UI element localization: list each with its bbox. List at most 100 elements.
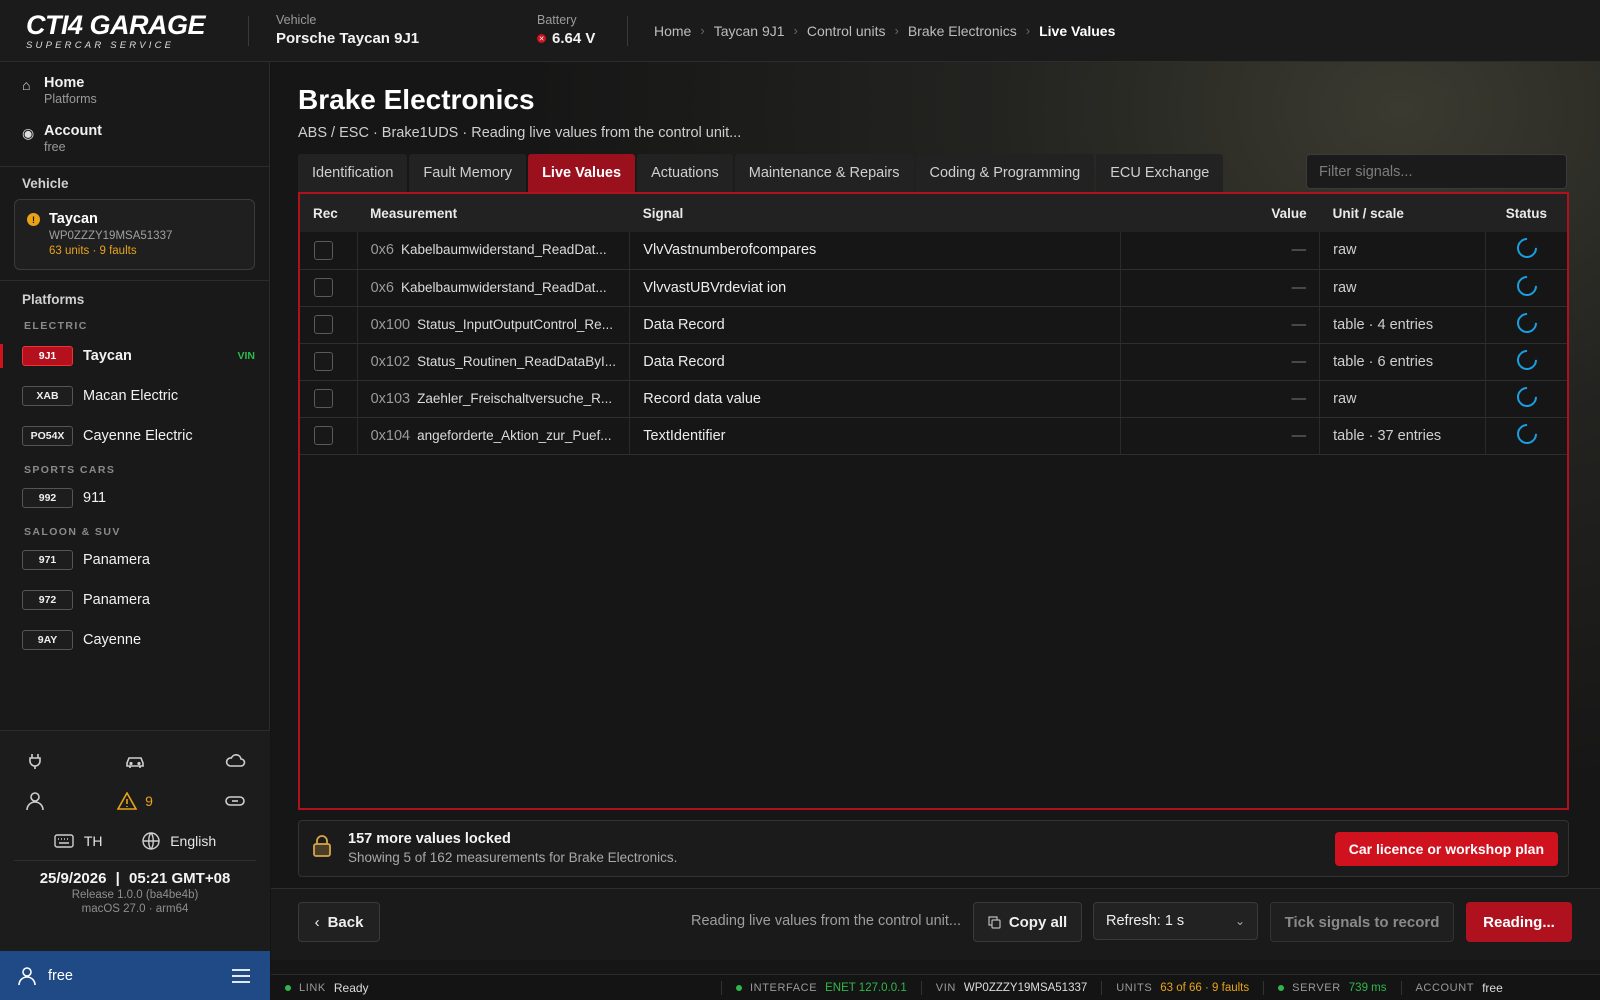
user-icon[interactable] bbox=[24, 790, 46, 812]
tab-actuations[interactable]: Actuations bbox=[637, 154, 733, 192]
table-row[interactable]: 0x103 Zaehler_Freischaltversuche_R... Rec… bbox=[300, 380, 1567, 418]
battery-info: Battery ✕ 6.64 V bbox=[537, 12, 627, 50]
refresh-rate-select[interactable]: Refresh: 1 s ⌄ bbox=[1093, 902, 1258, 940]
signal-value: — bbox=[1120, 380, 1321, 418]
platform-taycan[interactable]: 9J1 Taycan VIN bbox=[0, 336, 269, 376]
measurement-name: Kabelbaumwiderstand_ReadDat... bbox=[400, 279, 607, 295]
time: 05:21 GMT+08 bbox=[128, 870, 231, 887]
category-sports-cars: SPORTS CARS bbox=[24, 464, 116, 476]
tab-live-values[interactable]: Live Values bbox=[528, 154, 636, 192]
breadcrumb-home[interactable]: Home bbox=[654, 23, 691, 39]
user-icon bbox=[18, 966, 36, 985]
vehicle-info: Vehicle Porsche Taycan 9J1 bbox=[249, 12, 537, 50]
warning-count: 9 bbox=[145, 793, 153, 809]
logo[interactable]: CTI4 GARAGE SUPERCAR SERVICE bbox=[0, 0, 248, 62]
filter-signals-input[interactable] bbox=[1306, 154, 1567, 189]
col-status[interactable]: Status bbox=[1485, 194, 1567, 232]
menu-icon[interactable] bbox=[230, 965, 252, 987]
platform-code: 9J1 bbox=[22, 346, 73, 366]
nav-home[interactable]: ⌂ Home Platforms bbox=[0, 68, 269, 116]
record-checkbox[interactable] bbox=[314, 278, 333, 297]
platform-panamera-972[interactable]: 972 Panamera bbox=[0, 580, 269, 620]
signal-unit: raw bbox=[1319, 269, 1487, 307]
vin-tag: VIN bbox=[237, 350, 255, 362]
tab-maintenance-repairs[interactable]: Maintenance & Repairs bbox=[734, 154, 914, 192]
table-row[interactable]: 0x104 angeforderte_Aktion_zur_Puef... Tex… bbox=[300, 417, 1567, 455]
locked-title: 157 more values locked bbox=[348, 831, 511, 847]
plug-icon[interactable] bbox=[24, 750, 46, 772]
battery-value: 6.64 V bbox=[552, 29, 596, 47]
measurement-id: 0x102 bbox=[370, 353, 411, 370]
category-electric: ELECTRIC bbox=[24, 320, 88, 332]
main-content: Brake Electronics ABS / ESC · Brake1UDS … bbox=[271, 62, 1600, 1000]
signal-name: Record data value bbox=[629, 380, 1121, 418]
platform-cayenne-electric[interactable]: PO54X Cayenne Electric bbox=[0, 416, 269, 456]
nav-account-title: Account bbox=[44, 123, 102, 139]
tab-fault-memory[interactable]: Fault Memory bbox=[409, 154, 527, 192]
nav-account[interactable]: ◉ Account free bbox=[0, 116, 269, 164]
signal-unit: table · 37 entries bbox=[1319, 417, 1487, 455]
os-info: macOS 27.0 · arm64 bbox=[81, 903, 189, 915]
lock-icon bbox=[312, 834, 334, 863]
car-icon[interactable] bbox=[124, 750, 146, 772]
platform-911[interactable]: 992 911 bbox=[0, 478, 269, 518]
col-unit[interactable]: Unit / scale bbox=[1319, 194, 1486, 232]
measurement-name: Status_Routinen_ReadDataByI... bbox=[417, 353, 616, 369]
warnings-button[interactable]: 9 bbox=[117, 792, 153, 810]
account-value: free bbox=[1482, 980, 1503, 995]
col-measurement[interactable]: Measurement bbox=[357, 194, 630, 232]
record-checkbox[interactable] bbox=[314, 315, 333, 334]
keyboard-layout-button[interactable]: TH bbox=[54, 833, 103, 849]
tab-identification[interactable]: Identification bbox=[298, 154, 408, 192]
signal-unit: raw bbox=[1319, 232, 1487, 270]
breadcrumb-module[interactable]: Brake Electronics bbox=[908, 23, 1017, 39]
link-icon[interactable] bbox=[224, 790, 246, 812]
record-checkbox[interactable] bbox=[314, 389, 333, 408]
measurement-name: Status_InputOutputControl_Re... bbox=[417, 316, 613, 332]
account-radio-icon: ◉ bbox=[22, 125, 35, 141]
user-account-button[interactable]: free bbox=[18, 966, 73, 986]
back-button[interactable]: ‹ Back bbox=[298, 902, 380, 942]
table-row[interactable]: 0x100 Status_InputOutputControl_Re... Dat… bbox=[300, 306, 1567, 344]
tab-coding-programming[interactable]: Coding & Programming bbox=[915, 154, 1095, 192]
col-rec[interactable]: Rec bbox=[300, 194, 358, 232]
sidebar-footer: 9 TH English 25/9/2026 | 05:21 GMT+08 Re… bbox=[0, 730, 270, 1000]
copy-all-button[interactable]: Copy all bbox=[973, 902, 1082, 942]
col-value[interactable]: Value bbox=[1120, 194, 1320, 232]
record-checkbox[interactable] bbox=[314, 240, 333, 260]
breadcrumb-control-units[interactable]: Control units bbox=[807, 23, 886, 39]
cloud-icon[interactable] bbox=[224, 750, 246, 772]
nav-home-title: Home bbox=[44, 75, 85, 91]
table-row[interactable]: 0x6 Kabelbaumwiderstand_ReadDat... Vlvvas… bbox=[300, 269, 1567, 307]
table-row[interactable]: 0x6 Kabelbaumwiderstand_ReadDat... VlvVas… bbox=[300, 232, 1567, 270]
platform-cayenne[interactable]: 9AY Cayenne bbox=[0, 620, 269, 660]
signal-value: — bbox=[1120, 232, 1321, 270]
reading-status-text: Reading live values from the control uni… bbox=[691, 913, 961, 929]
tick-signals-button[interactable]: Tick signals to record bbox=[1270, 902, 1454, 942]
measurement-name: Kabelbaumwiderstand_ReadDat... bbox=[400, 242, 607, 258]
language-button[interactable]: English bbox=[142, 831, 216, 850]
breadcrumb-vehicle[interactable]: Taycan 9J1 bbox=[714, 23, 785, 39]
interface-status-dot-icon bbox=[736, 984, 742, 991]
signal-value: — bbox=[1120, 343, 1321, 381]
reading-button[interactable]: Reading... bbox=[1466, 902, 1572, 942]
vehicle-card[interactable]: ! Taycan WP0ZZZY19MSA51337 63 units · 9 … bbox=[14, 199, 255, 270]
platform-panamera-971[interactable]: 971 Panamera bbox=[0, 540, 269, 580]
record-checkbox[interactable] bbox=[314, 352, 333, 371]
home-icon: ⌂ bbox=[22, 77, 31, 93]
chevron-right-icon: › bbox=[700, 23, 705, 38]
record-checkbox[interactable] bbox=[314, 426, 333, 445]
server-label: SERVER bbox=[1292, 981, 1341, 994]
car-licence-button[interactable]: Car licence or workshop plan bbox=[1334, 832, 1558, 866]
platform-macan-electric[interactable]: XAB Macan Electric bbox=[0, 376, 269, 416]
measurement-name: Zaehler_Freischaltversuche_R... bbox=[417, 390, 613, 406]
vehicle-card-units: 63 units · 9 faults bbox=[49, 245, 137, 257]
tab-bar: Identification Fault Memory Live Values … bbox=[298, 154, 1225, 192]
table-row[interactable]: 0x102 Status_Routinen_ReadDataByI... Data… bbox=[300, 343, 1567, 381]
signal-name: VlvvastUBVrdeviat ion bbox=[629, 269, 1121, 307]
col-signal[interactable]: Signal bbox=[629, 194, 1121, 232]
divider bbox=[0, 166, 270, 167]
loading-spinner-icon bbox=[1512, 382, 1541, 411]
tab-ecu-exchange[interactable]: ECU Exchange bbox=[1096, 154, 1224, 192]
vin-value: WP0ZZZY19MSA51337 bbox=[963, 981, 1088, 994]
